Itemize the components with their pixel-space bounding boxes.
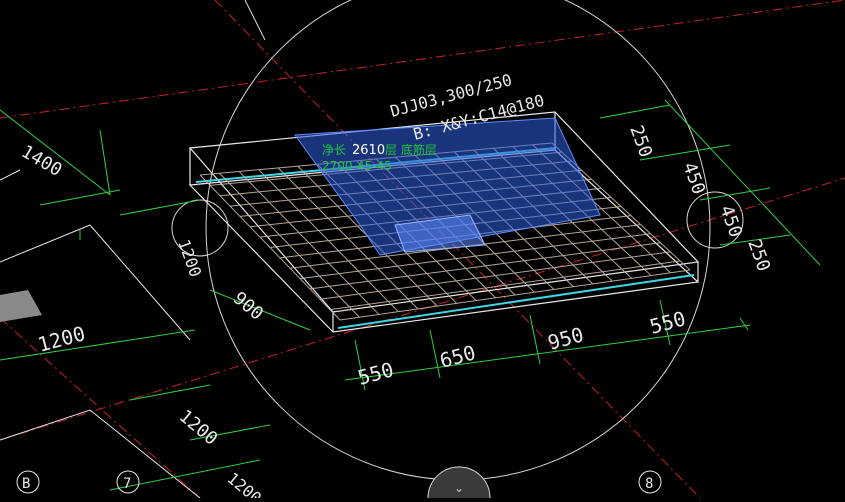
svg-text:550: 550 — [355, 357, 396, 390]
axis-marker-7[interactable]: 7 — [116, 470, 140, 494]
svg-text:B: B — [22, 476, 30, 492]
green-axis-verticals — [79, 129, 111, 240]
chevron-down-icon[interactable]: ⌄ — [454, 481, 464, 495]
svg-text:净长: 净长 — [322, 143, 346, 157]
svg-text:950: 950 — [545, 322, 586, 355]
svg-text:650: 650 — [437, 340, 478, 373]
grey-solid-block — [0, 290, 42, 322]
dims-left: 1400 1200 1200 900 — [18, 141, 268, 357]
drawing-canvas[interactable]: ⌄ DJJ03,300/250 B: X&Y:C14@180 净长 2610 层… — [0, 0, 845, 502]
svg-text:1200: 1200 — [175, 406, 222, 450]
svg-text:1400: 1400 — [18, 141, 66, 181]
svg-text:8: 8 — [645, 476, 653, 492]
axis-marker-b[interactable]: B — [16, 470, 40, 494]
svg-text:250: 250 — [743, 237, 774, 275]
rebar-bar-y — [339, 269, 691, 321]
svg-text:2700-45-45: 2700-45-45 — [322, 159, 392, 173]
svg-text:1200: 1200 — [35, 321, 88, 357]
svg-text:1200: 1200 — [223, 469, 265, 498]
svg-text:450: 450 — [715, 203, 746, 241]
svg-text:2610: 2610 — [352, 143, 385, 158]
svg-text:层 底筋层: 层 底筋层 — [385, 142, 437, 157]
rebar-bar-y — [319, 251, 671, 300]
svg-text:250: 250 — [625, 123, 656, 161]
svg-text:7: 7 — [123, 476, 131, 492]
axis-marker-8[interactable]: 8 — [638, 470, 662, 494]
cad-viewport[interactable]: ⌄ DJJ03,300/250 B: X&Y:C14@180 净长 2610 层… — [0, 0, 845, 502]
dims-bottom-left: 1200 1200 — [175, 406, 265, 502]
svg-text:450: 450 — [678, 160, 709, 198]
svg-text:1200: 1200 — [174, 237, 205, 280]
svg-text:900: 900 — [229, 288, 267, 325]
